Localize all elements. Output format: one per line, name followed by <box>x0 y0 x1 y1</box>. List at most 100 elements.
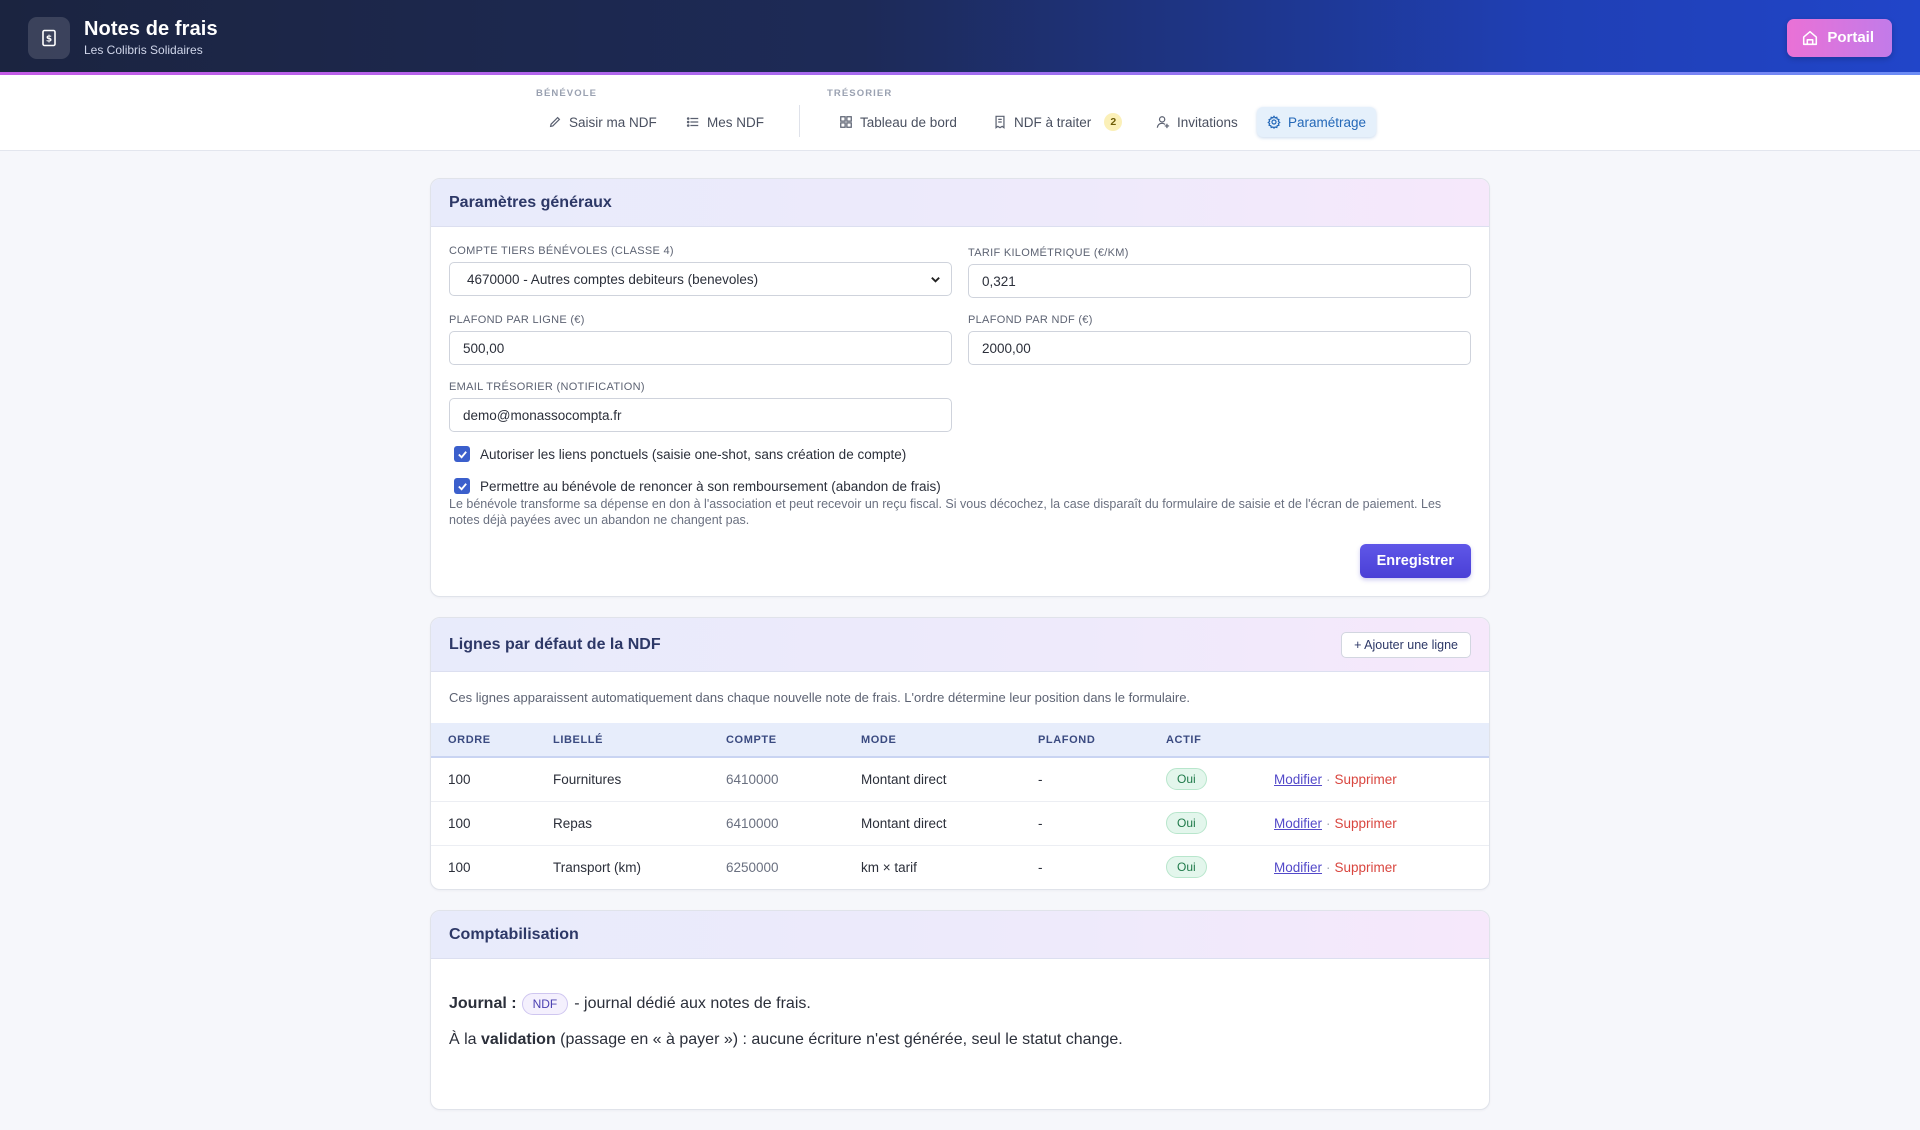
status-badge: Oui <box>1166 812 1207 834</box>
receipt-logo-icon: $ <box>28 16 70 59</box>
action-separator: · <box>1326 815 1331 831</box>
cell-ordre: 100 <box>431 757 536 802</box>
cell-actif: Oui <box>1149 801 1257 846</box>
pencil-icon <box>549 116 561 128</box>
edit-link[interactable]: Modifier <box>1274 860 1322 875</box>
abandon-frais-label: Permettre au bénévole de renoncer à son … <box>480 478 941 494</box>
col-actions <box>1257 723 1489 758</box>
nav-tableau-de-bord[interactable]: Tableau de bord <box>829 107 967 137</box>
comptabilisation-header: Comptabilisation <box>431 911 1489 959</box>
general-settings-header: Paramètres généraux <box>431 179 1489 227</box>
nav-invitations-label: Invitations <box>1177 114 1238 130</box>
default-lines-table: ORDRE LIBELLÉ COMPTE MODE PLAFOND ACTIF … <box>431 723 1489 889</box>
nav-tableau-de-bord-label: Tableau de bord <box>860 114 957 130</box>
plafond-ndf-input[interactable]: 2000,00 <box>968 331 1471 365</box>
status-badge: Oui <box>1166 856 1207 879</box>
portal-button[interactable]: Portail <box>1787 18 1892 57</box>
main-nav: BÉNÉVOLE TRÉSORIER Saisir ma NDF Mes NDF… <box>0 75 1920 151</box>
plafond-ndf-label: PLAFOND PAR NDF (€) <box>968 314 1093 326</box>
check-abandon-row: Permettre au bénévole de renoncer à son … <box>449 478 1471 494</box>
home-icon <box>1803 30 1818 45</box>
default-lines-card: Lignes par défaut de la NDF + Ajouter un… <box>430 617 1490 890</box>
cell-actions: Modifier · Supprimer <box>1257 845 1489 889</box>
default-lines-header: Lignes par défaut de la NDF + Ajouter un… <box>431 618 1489 672</box>
nav-parametrage[interactable]: Paramétrage <box>1257 107 1377 137</box>
nav-ndf-a-traiter[interactable]: NDF à traiter 2 <box>983 107 1132 137</box>
cell-compte: 6410000 <box>709 757 844 802</box>
cell-compte: 6250000 <box>726 859 779 875</box>
col-plafond: PLAFOND <box>1021 723 1149 758</box>
table-row: 100 Repas 6410000 Montant direct - Oui M… <box>431 801 1489 846</box>
app-header: $ Notes de frais Les Colibris Solidaires… <box>0 0 1920 75</box>
email-label: EMAIL TRÉSORIER (NOTIFICATION) <box>449 381 645 393</box>
validation-text: (passage en « à payer ») : aucune écritu… <box>560 1031 1123 1048</box>
app-title: Notes de frais <box>84 18 218 40</box>
nav-parametrage-label: Paramétrage <box>1288 114 1367 130</box>
nav-invitations[interactable]: Invitations <box>1146 107 1248 137</box>
main-content: Paramètres généraux COMPTE TIERS BÉNÉVOL… <box>430 178 1490 1130</box>
default-lines-description: Ces lignes apparaissent automatiquement … <box>449 690 1191 705</box>
status-badge: Oui <box>1166 768 1207 791</box>
abandon-frais-hint: Le bénévole transforme sa dépense en don… <box>449 497 1442 527</box>
journal-row: Journal : NDF - journal dédié aux notes … <box>431 959 1489 1015</box>
nav-divider <box>799 105 800 137</box>
table-header-row: ORDRE LIBELLÉ COMPTE MODE PLAFOND ACTIF <box>431 723 1489 758</box>
grid-icon <box>840 116 852 128</box>
save-button[interactable]: Enregistrer <box>1359 544 1471 578</box>
liens-ponctuels-label: Autoriser les liens ponctuels (saisie on… <box>480 446 907 462</box>
brand: Notes de frais Les Colibris Solidaires <box>84 18 218 57</box>
nav-saisir-ndf[interactable]: Saisir ma NDF <box>538 107 667 137</box>
nav-ndf-a-traiter-label: NDF à traiter <box>1014 114 1092 130</box>
delete-link[interactable]: Supprimer <box>1335 772 1397 787</box>
comptabilisation-card: Comptabilisation Journal : NDF - journal… <box>430 910 1490 1110</box>
tarif-input[interactable]: 0,321 <box>968 264 1471 298</box>
table-row: 100 Fournitures 6410000 Montant direct -… <box>431 757 1489 802</box>
nav-saisir-ndf-label: Saisir ma NDF <box>569 114 657 130</box>
cell-libelle: Transport (km) <box>553 859 642 875</box>
action-separator: · <box>1326 771 1331 787</box>
tarif-label: TARIF KILOMÉTRIQUE (€/KM) <box>968 247 1129 259</box>
email-input[interactable]: demo@monassocompta.fr <box>449 398 952 432</box>
validation-prefix: À la <box>449 1031 477 1048</box>
compte-field-group: COMPTE TIERS BÉNÉVOLES (CLASSE 4) 467000… <box>449 245 952 298</box>
cell-actions: Modifier · Supprimer <box>1257 801 1489 846</box>
compte-select-value: 4670000 - Autres comptes debiteurs (bene… <box>467 271 759 287</box>
plafond-ligne-input[interactable]: 500,00 <box>449 331 952 365</box>
cell-ordre: 100 <box>431 801 536 846</box>
cell-ordre: 100 <box>448 859 471 875</box>
nav-group-benevole: BÉNÉVOLE <box>536 88 598 99</box>
col-actif: ACTIF <box>1149 723 1257 758</box>
organization-name: Les Colibris Solidaires <box>84 43 203 57</box>
cell-mode: Montant direct <box>844 757 1021 802</box>
user-plus-icon <box>1156 116 1170 129</box>
col-libelle: LIBELLÉ <box>536 723 709 758</box>
cell-actions: Modifier · Supprimer <box>1257 757 1489 802</box>
email-field-group: EMAIL TRÉSORIER (NOTIFICATION) demo@mona… <box>449 381 952 432</box>
default-lines-title: Lignes par défaut de la NDF <box>449 635 661 653</box>
compte-label: COMPTE TIERS BÉNÉVOLES (CLASSE 4) <box>449 245 674 257</box>
cell-plafond: - <box>1038 859 1043 875</box>
add-line-button[interactable]: + Ajouter une ligne <box>1341 631 1471 658</box>
tarif-field-group: TARIF KILOMÉTRIQUE (€/KM) 0,321 <box>968 245 1471 298</box>
col-compte: COMPTE <box>709 723 844 758</box>
abandon-frais-checkbox[interactable] <box>454 478 470 494</box>
pending-count-badge: 2 <box>1104 113 1123 131</box>
check-icon <box>457 482 467 491</box>
edit-link[interactable]: Modifier <box>1274 772 1322 787</box>
nav-mes-ndf[interactable]: Mes NDF <box>676 107 774 137</box>
delete-link[interactable]: Supprimer <box>1335 816 1397 831</box>
liens-ponctuels-checkbox[interactable] <box>454 446 470 462</box>
edit-link[interactable]: Modifier <box>1274 816 1322 831</box>
plafond-ligne-field-group: PLAFOND PAR LIGNE (€) 500,00 <box>449 314 952 365</box>
delete-link[interactable]: Supprimer <box>1335 860 1397 875</box>
compte-select[interactable]: 4670000 - Autres comptes debiteurs (bene… <box>449 262 952 296</box>
general-settings-title: Paramètres généraux <box>449 193 612 211</box>
journal-description: - journal dédié aux notes de frais. <box>574 995 811 1012</box>
cell-mode: Montant direct <box>844 801 1021 846</box>
svg-text:$: $ <box>46 34 52 44</box>
cell-plafond: - <box>1021 757 1149 802</box>
validation-bold: validation <box>481 1031 556 1048</box>
col-ordre: ORDRE <box>431 723 536 758</box>
cell-actif: Oui <box>1149 757 1257 802</box>
gear-icon <box>1267 115 1281 129</box>
